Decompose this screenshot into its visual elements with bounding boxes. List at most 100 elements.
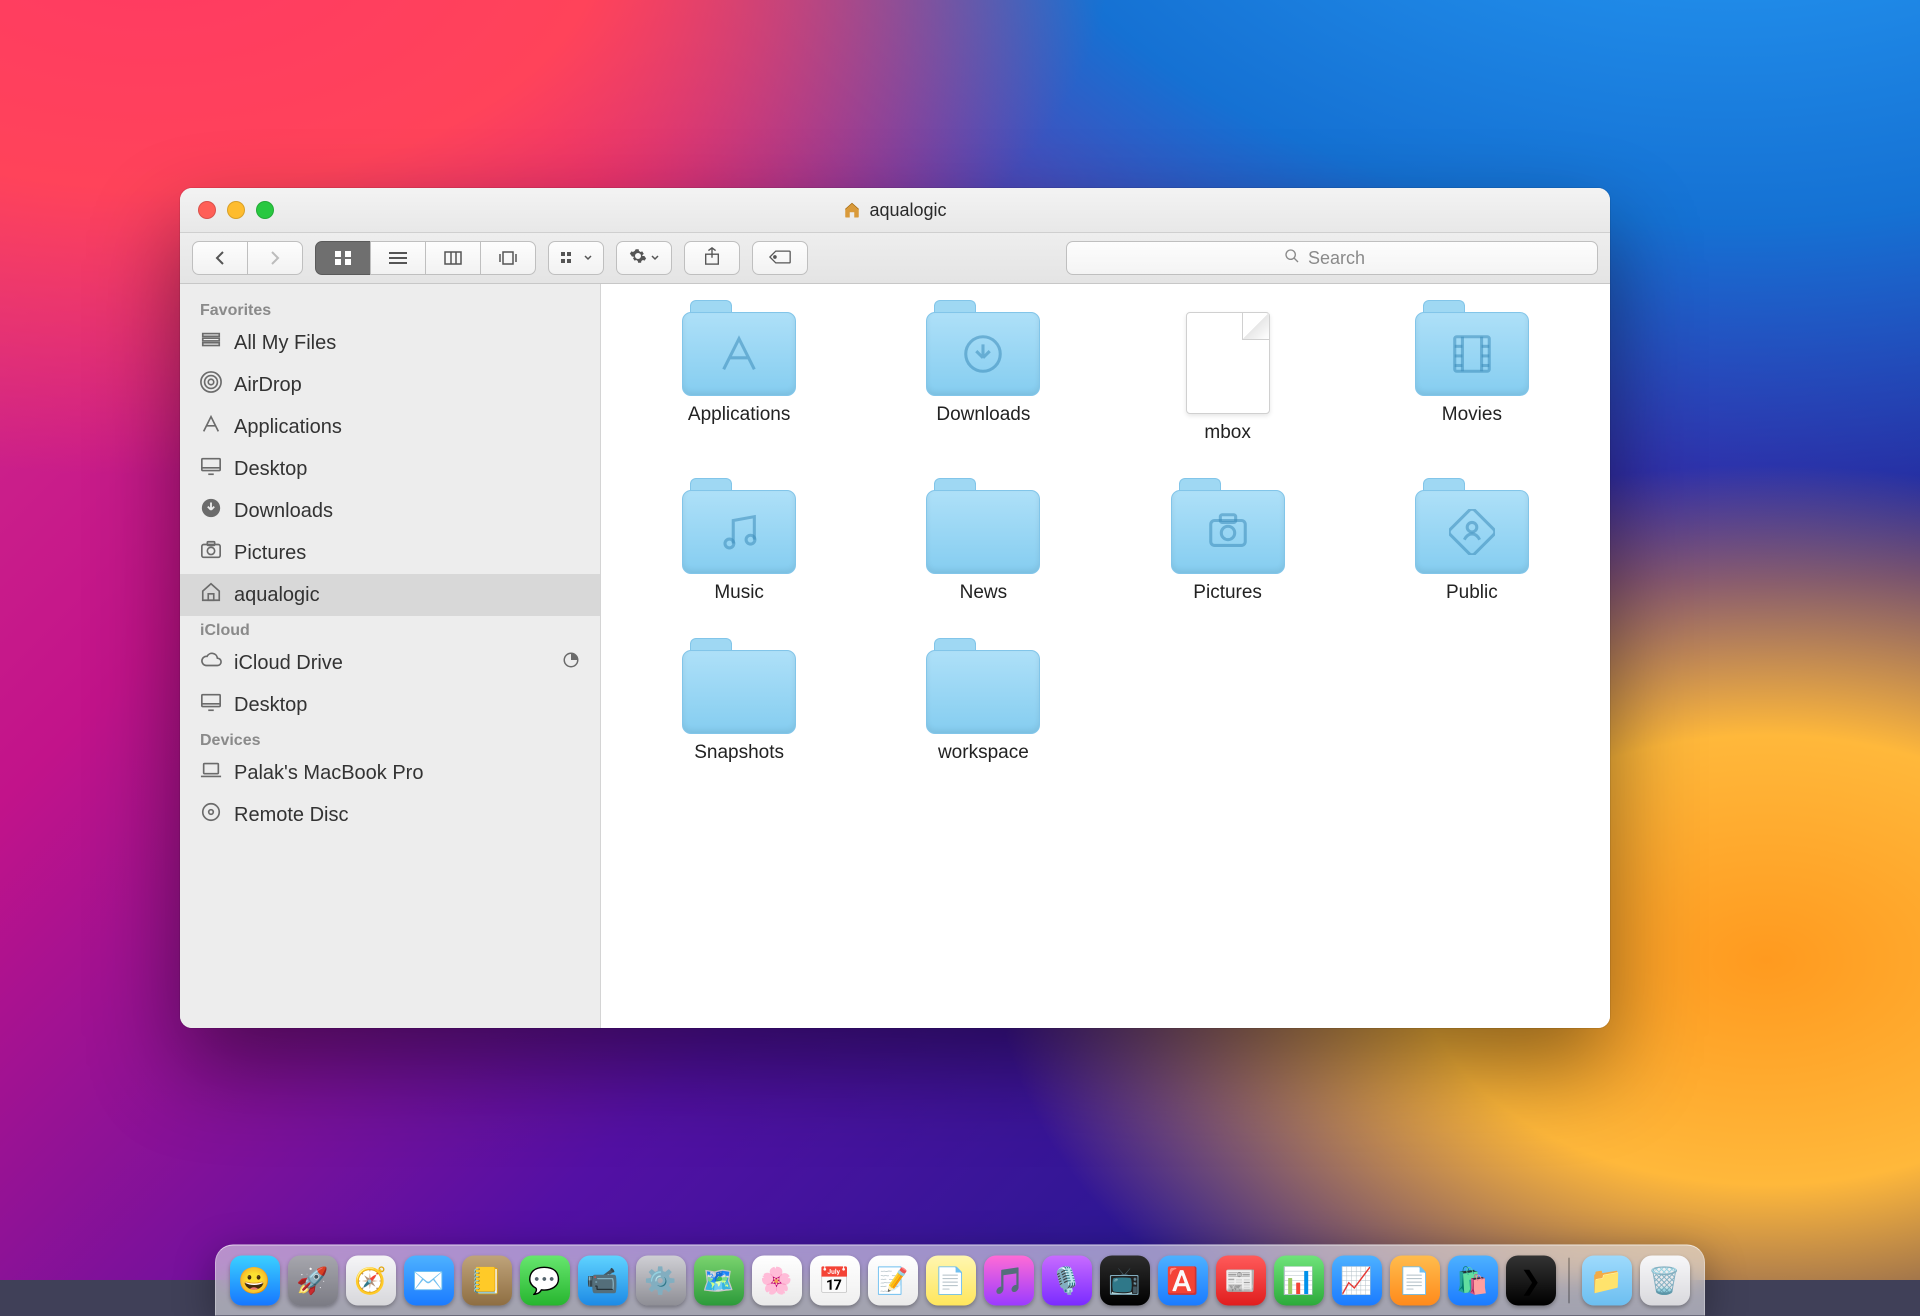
dock-photos-icon[interactable]: 🌸: [752, 1256, 802, 1306]
titlebar[interactable]: aqualogic: [180, 188, 1610, 233]
sidebar-item-label: AirDrop: [234, 374, 302, 397]
file-item-label: Applications: [688, 404, 790, 426]
dock: 😀🚀🧭✉️📒💬📹⚙️🗺️🌸📅📝📄🎵🎙️📺🅰️📰📊📈📄🛍️❯📁🗑️: [215, 1245, 1705, 1316]
dock-facetime-icon[interactable]: 📹: [578, 1256, 628, 1306]
sidebar-item-pictures[interactable]: Pictures: [180, 532, 600, 574]
folder-icon: [682, 490, 796, 574]
sidebar: FavoritesAll My Files AirDrop Applications…: [180, 284, 601, 1028]
sidebar-item-label: Downloads: [234, 500, 333, 523]
sidebar-item-airdrop[interactable]: AirDrop: [180, 364, 600, 406]
sidebar-item-remote-disc[interactable]: Remote Disc: [180, 794, 600, 836]
search-input[interactable]: [1306, 247, 1380, 270]
file-grid: Applications Downloads mboxMovies Music News…: [627, 312, 1584, 764]
dock-pages-icon[interactable]: 📄: [1390, 1256, 1440, 1306]
file-item-music[interactable]: Music: [627, 490, 851, 604]
sidebar-section-title: iCloud: [180, 616, 600, 642]
folder-icon: [926, 312, 1040, 396]
desktop-icon: [200, 691, 222, 719]
share-button[interactable]: [684, 241, 740, 275]
file-item-label: Pictures: [1193, 582, 1262, 604]
desktop-icon: [200, 455, 222, 483]
sidebar-item-label: iCloud Drive: [234, 652, 343, 675]
file-item-label: Music: [714, 582, 764, 604]
home-icon: [843, 201, 861, 219]
dock-news-icon[interactable]: 📰: [1216, 1256, 1266, 1306]
gallery-view-button[interactable]: [480, 241, 536, 275]
dock-appstore-icon[interactable]: 🅰️: [1158, 1256, 1208, 1306]
search-field[interactable]: [1066, 241, 1598, 275]
folder-icon: [926, 490, 1040, 574]
dock-appstore2-icon[interactable]: 🛍️: [1448, 1256, 1498, 1306]
action-button[interactable]: [616, 241, 672, 275]
sidebar-item-icloud-drive[interactable]: iCloud Drive: [180, 642, 600, 684]
sidebar-item-aqualogic[interactable]: aqualogic: [180, 574, 600, 616]
back-button[interactable]: [192, 241, 248, 275]
dock-maps-icon[interactable]: 🗺️: [694, 1256, 744, 1306]
icon-view-button[interactable]: [315, 241, 371, 275]
tags-button[interactable]: [752, 241, 808, 275]
folder-icon: [1415, 312, 1529, 396]
sidebar-item-label: Pictures: [234, 542, 306, 565]
search-icon: [1284, 248, 1300, 269]
column-view-button[interactable]: [425, 241, 481, 275]
window-controls: [198, 201, 274, 219]
dock-terminal-icon[interactable]: ❯: [1506, 1256, 1556, 1306]
file-item-workspace[interactable]: workspace: [871, 650, 1095, 764]
cloud-icon: [200, 649, 222, 677]
dock-keynote-icon[interactable]: 📈: [1332, 1256, 1382, 1306]
progress-icon: [562, 651, 580, 675]
sidebar-item-label: Palak's MacBook Pro: [234, 762, 423, 785]
dock-messages-icon[interactable]: 💬: [520, 1256, 570, 1306]
sidebar-item-applications[interactable]: Applications: [180, 406, 600, 448]
finder-window: aqualogic FavoritesAll My FilesAirD: [180, 188, 1610, 1028]
file-item-public[interactable]: Public: [1360, 490, 1584, 604]
dock-reminders-icon[interactable]: 📝: [868, 1256, 918, 1306]
dock-podcasts-icon[interactable]: 🎙️: [1042, 1256, 1092, 1306]
sidebar-item-desktop[interactable]: Desktop: [180, 684, 600, 726]
folder-icon: [926, 650, 1040, 734]
dock-safari-icon[interactable]: 🧭: [346, 1256, 396, 1306]
sidebar-item-downloads[interactable]: Downloads: [180, 490, 600, 532]
dock-numbers-icon[interactable]: 📊: [1274, 1256, 1324, 1306]
zoom-button[interactable]: [256, 201, 274, 219]
share-icon: [704, 247, 720, 270]
sidebar-item-label: aqualogic: [234, 584, 320, 607]
file-item-snapshots[interactable]: Snapshots: [627, 650, 851, 764]
file-item-news[interactable]: News: [871, 490, 1095, 604]
file-item-mbox[interactable]: mbox: [1116, 312, 1340, 444]
list-view-button[interactable]: [370, 241, 426, 275]
file-item-applications[interactable]: Applications: [627, 312, 851, 444]
file-item-pictures[interactable]: Pictures: [1116, 490, 1340, 604]
dock-trash-icon[interactable]: 🗑️: [1640, 1256, 1690, 1306]
downloads-icon: [200, 497, 222, 525]
sidebar-section-title: Devices: [180, 726, 600, 752]
file-item-label: Snapshots: [694, 742, 784, 764]
sidebar-item-label: Remote Disc: [234, 804, 348, 827]
file-item-label: News: [960, 582, 1008, 604]
file-item-label: Downloads: [936, 404, 1030, 426]
sidebar-section-title: Favorites: [180, 296, 600, 322]
dock-contacts-icon[interactable]: 📒: [462, 1256, 512, 1306]
dock-launchpad-icon[interactable]: 🚀: [288, 1256, 338, 1306]
sidebar-item-palak-s-macbook-pro[interactable]: Palak's MacBook Pro: [180, 752, 600, 794]
dock-notes-icon[interactable]: 📄: [926, 1256, 976, 1306]
dock-calendar-icon[interactable]: 📅: [810, 1256, 860, 1306]
window-title-text: aqualogic: [869, 200, 946, 221]
content-area[interactable]: Applications Downloads mboxMovies Music News…: [601, 284, 1610, 1028]
sidebar-item-desktop[interactable]: Desktop: [180, 448, 600, 490]
dock-mail-icon[interactable]: ✉️: [404, 1256, 454, 1306]
dock-downloads-stack-icon[interactable]: 📁: [1582, 1256, 1632, 1306]
dock-preferences-icon[interactable]: ⚙️: [636, 1256, 686, 1306]
dock-tv-icon[interactable]: 📺: [1100, 1256, 1150, 1306]
group-by-button[interactable]: [548, 241, 604, 275]
minimize-button[interactable]: [227, 201, 245, 219]
folder-icon: [682, 312, 796, 396]
forward-button[interactable]: [247, 241, 303, 275]
dock-itunes-icon[interactable]: 🎵: [984, 1256, 1034, 1306]
sidebar-item-all-my-files[interactable]: All My Files: [180, 322, 600, 364]
file-item-movies[interactable]: Movies: [1360, 312, 1584, 444]
file-item-label: Public: [1446, 582, 1498, 604]
dock-finder-icon[interactable]: 😀: [230, 1256, 280, 1306]
close-button[interactable]: [198, 201, 216, 219]
file-item-downloads[interactable]: Downloads: [871, 312, 1095, 444]
